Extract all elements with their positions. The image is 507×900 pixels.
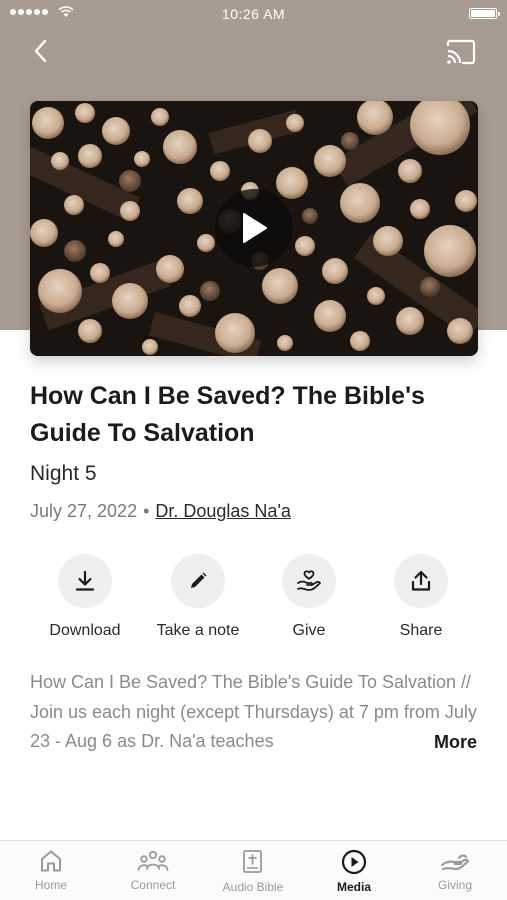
tab-home-label: Home — [34, 878, 67, 892]
tab-media[interactable]: Media — [304, 849, 404, 894]
give-icon — [297, 570, 321, 591]
play-button[interactable] — [215, 189, 293, 267]
giving-hand-icon — [440, 854, 470, 871]
tab-media-label: Media — [336, 880, 371, 894]
sermon-meta: July 27, 2022 • Dr. Douglas Na'a — [30, 501, 291, 522]
give-label: Give — [292, 622, 326, 639]
share-button[interactable]: Share — [366, 554, 476, 640]
people-icon — [137, 850, 169, 871]
tab-bar: Home Connect Audio Bible Media Giving — [0, 840, 507, 900]
share-label: Share — [399, 622, 443, 639]
download-button[interactable]: Download — [30, 554, 140, 640]
tab-audio-bible[interactable]: Audio Bible — [203, 849, 303, 894]
tab-giving[interactable]: Giving — [405, 849, 505, 892]
back-button[interactable] — [26, 36, 56, 66]
bible-icon — [243, 850, 262, 873]
play-icon — [243, 213, 267, 243]
play-circle-icon — [341, 849, 367, 875]
pencil-icon — [191, 572, 207, 588]
meta-separator: • — [143, 501, 150, 521]
status-bar: 10:26 AM — [0, 0, 507, 28]
status-time: 10:26 AM — [221, 6, 286, 22]
tab-connect-label: Connect — [130, 878, 176, 892]
sermon-subtitle: Night 5 — [30, 462, 97, 485]
battery-icon — [469, 8, 500, 19]
sermon-title: How Can I Be Saved? The Bible's Guide To… — [30, 382, 425, 447]
more-button[interactable]: More — [403, 730, 477, 754]
tab-giving-label: Giving — [437, 878, 472, 892]
action-row: Download Take a note Give Share — [30, 554, 478, 644]
home-icon — [41, 850, 61, 872]
take-note-label: Take a note — [156, 622, 240, 639]
cast-button[interactable] — [445, 38, 477, 66]
tab-home[interactable]: Home — [1, 849, 101, 892]
speaker-link[interactable]: Dr. Douglas Na'a — [155, 501, 291, 522]
share-icon — [411, 570, 431, 591]
take-note-button[interactable]: Take a note — [143, 554, 253, 640]
chevron-left-icon — [34, 39, 47, 63]
give-button[interactable]: Give — [254, 554, 364, 640]
tab-audio-bible-label: Audio Bible — [222, 880, 284, 894]
tab-connect[interactable]: Connect — [103, 849, 203, 892]
download-icon — [75, 570, 95, 591]
sermon-date: July 27, 2022 — [30, 501, 138, 521]
download-label: Download — [49, 622, 121, 639]
cast-icon — [446, 39, 476, 65]
